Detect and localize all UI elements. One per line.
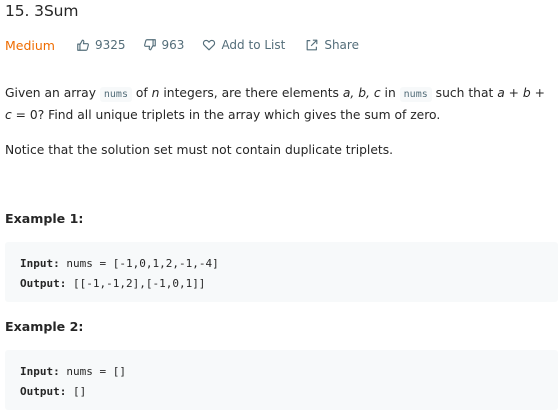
variables-abc: a, b, c (342, 86, 381, 100)
description-text: Given an array (5, 86, 100, 100)
input-label: Input: (20, 365, 60, 378)
dislike-count: 963 (161, 38, 185, 52)
add-to-list-button[interactable]: Add to List (202, 38, 285, 52)
like-button[interactable]: 9325 (76, 38, 126, 52)
input-label: Input: (20, 257, 60, 270)
notice-paragraph: Notice that the solution set must not co… (5, 143, 394, 157)
example-output-line: Output: [] (20, 385, 86, 398)
example-output-line: Output: [[-1,-1,2],[-1,0,1]] (20, 277, 205, 290)
add-to-list-label: Add to List (221, 38, 286, 52)
problem-meta-bar: Medium 9325 963 Add to List Share (5, 36, 359, 54)
output-label: Output: (20, 277, 67, 290)
example-1-heading: Example 1: (5, 211, 84, 226)
inline-code: nums (399, 87, 432, 102)
description-text: = 0? Find all unique triplets in the arr… (11, 108, 441, 122)
input-value: nums = [-1,0,1,2,-1,-4] (59, 257, 219, 270)
heart-icon (203, 39, 216, 51)
output-value: [[-1,-1,2],[-1,0,1]] (66, 277, 206, 290)
like-count: 9325 (94, 38, 126, 52)
example-input-line: Input: nums = [] (20, 365, 126, 378)
inline-code: nums (99, 87, 132, 102)
problem-title: 15. 3Sum (5, 2, 79, 20)
share-icon (306, 39, 318, 51)
thumbs-down-icon (143, 39, 156, 51)
example-1-codeblock: Input: nums = [-1,0,1,2,-1,-4] Output: [… (5, 242, 558, 302)
description-text: integers, are there elements (159, 86, 343, 100)
input-value: nums = [] (59, 365, 126, 378)
description-text: in (380, 86, 400, 100)
output-label: Output: (20, 385, 67, 398)
description-text: of (131, 86, 152, 100)
description-text: such that (431, 86, 498, 100)
difficulty-badge: Medium (5, 37, 55, 53)
description-paragraph: Given an array nums of n integers, are t… (5, 83, 555, 126)
output-value: [] (66, 385, 87, 398)
thumbs-up-icon (77, 39, 89, 51)
example-2-heading: Example 2: (5, 319, 84, 334)
dislike-button[interactable]: 963 (143, 38, 185, 52)
share-label: Share (324, 38, 359, 52)
example-input-line: Input: nums = [-1,0,1,2,-1,-4] (20, 257, 219, 270)
example-2-codeblock: Input: nums = [] Output: [] (5, 350, 558, 410)
share-button[interactable]: Share (305, 38, 359, 52)
